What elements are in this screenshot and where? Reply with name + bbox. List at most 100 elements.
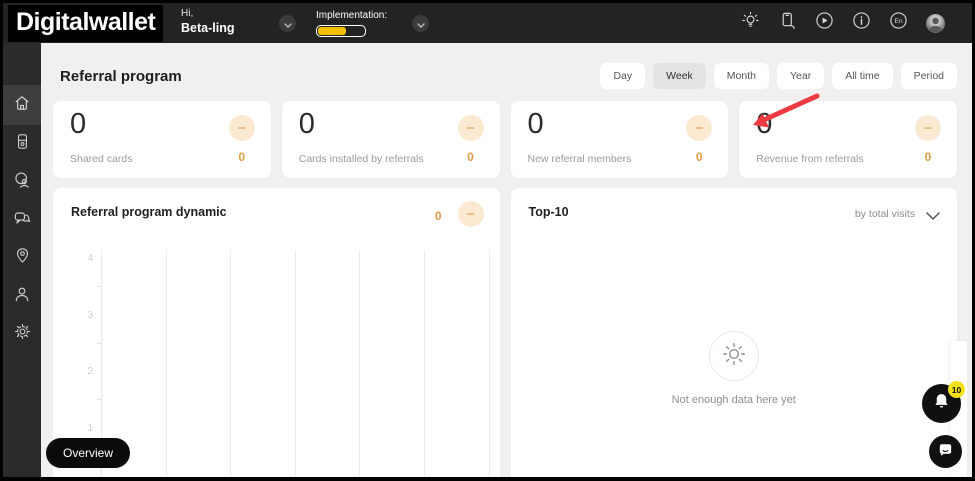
stat-label: New referral members [527,153,632,165]
filter-day[interactable]: Day [600,63,646,89]
phone-hand-icon [778,11,797,35]
stat-value: 0 [70,108,87,140]
stat-label: Revenue from referrals [756,153,864,165]
notifications-button[interactable]: 10 [922,381,965,423]
play-icon [815,11,834,35]
user-greeting[interactable]: Hi, Beta-ling [181,9,234,35]
filter-period[interactable]: Period [900,63,957,89]
minus-icon: − [466,119,475,137]
chart-panel: Referral program dynamic 0 − 4 3 2 1 [53,188,500,477]
filter-alltime[interactable]: All time [832,63,893,89]
sidebar-item-clients[interactable] [3,163,41,201]
implementation-progress-fill [318,27,346,35]
empty-state-message: Not enough data here yet [671,394,796,406]
y-axis-minor-tick [97,342,101,344]
page-title: Referral program [60,68,182,85]
stat-value: 0 [298,108,315,140]
minus-icon: − [466,205,475,223]
mobile-app-button[interactable] [778,11,797,35]
notification-count-badge: 10 [948,381,965,398]
home-icon [12,93,32,118]
sidebar-item-settings[interactable] [3,315,41,353]
sidebar-item-locations[interactable] [3,239,41,277]
filter-month[interactable]: Month [713,63,769,89]
top10-panel: Top-10 by total visits Not enough data h… [510,188,958,477]
chat-icon [937,441,954,463]
minus-icon: − [237,119,247,137]
implementation-widget[interactable]: Implementation: [316,11,387,37]
stat-value: 0 [756,108,773,140]
y-axis-tick: 2 [87,366,93,378]
gridline [359,250,361,477]
client-base-icon [12,170,32,195]
stats-row: 0 Shared cards − 0 0 Cards installed by … [53,101,957,178]
panels-row: Referral program dynamic 0 − 4 3 2 1 Top-10… [53,188,957,477]
chevron-down-icon [416,15,425,33]
sidebar [3,43,41,477]
stat-delta: 0 [238,150,246,164]
implementation-chevron[interactable] [412,15,429,32]
filter-year[interactable]: Year [776,63,825,89]
top10-empty-state: Not enough data here yet [511,331,958,406]
minus-icon: − [923,119,933,137]
main-content: Referral program Day Week Month Year All… [41,43,972,477]
stat-delta: 0 [467,150,474,164]
tips-button[interactable] [741,11,760,35]
chevron-down-icon[interactable] [926,207,940,225]
chart-title: Referral program dynamic [71,205,227,219]
lightbulb-icon [741,11,760,35]
sun-icon [721,341,747,372]
avatar [926,13,945,33]
stat-value: 0 [527,108,544,140]
stat-delta: 0 [924,150,932,164]
gridline [488,250,490,477]
gridline [294,250,296,477]
top10-title: Top-10 [528,205,569,219]
greeting-hi: Hi, [181,8,194,19]
sidebar-item-chats[interactable] [3,201,41,239]
empty-state-circle [708,331,759,381]
y-axis-minor-tick [97,399,101,401]
y-axis-tick: 3 [87,309,93,321]
period-filter: Day Week Month Year All time Period [600,63,957,89]
trend-badge: − [457,115,484,141]
info-button[interactable] [852,12,871,33]
stat-label: Cards installed by referrals [298,153,424,165]
account-button[interactable] [926,13,945,33]
stat-card-shared-cards: 0 Shared cards − 0 [53,101,271,178]
chart-counter: 0 [434,209,442,223]
app-frame: Digitalwallet Hi, Beta-ling Implementati… [3,3,972,477]
filter-week[interactable]: Week [653,63,706,89]
top10-sort-label[interactable]: by total visits [855,208,915,220]
chat-bubbles-icon [12,208,32,233]
sidebar-item-profile[interactable] [3,277,41,315]
topbar: Digitalwallet Hi, Beta-ling Implementati… [3,3,972,43]
tutorial-button[interactable] [815,11,834,35]
minus-icon: − [694,119,704,137]
gear-icon [13,322,32,346]
trend-badge: − [457,201,484,227]
stat-card-cards-installed: 0 Cards installed by referrals − 0 [281,101,500,178]
y-axis-minor-tick [97,286,101,287]
gridline [230,250,232,477]
chat-launcher-button[interactable] [929,435,962,468]
stat-card-new-members: 0 New referral members − 0 [510,101,729,178]
language-button[interactable]: En [889,11,908,35]
stat-delta: 0 [695,150,703,164]
y-axis-tick: 4 [87,253,93,264]
overview-button[interactable]: Overview [46,438,131,468]
stat-label: Shared cards [70,153,133,165]
topbar-actions: En [741,3,945,43]
trend-badge: − [228,115,255,141]
sidebar-item-cards[interactable] [3,125,41,163]
user-icon [12,284,32,309]
stat-card-revenue: 0 Revenue from referrals − 0 [739,101,957,178]
language-icon: En [889,11,908,35]
card-terminal-icon [13,132,32,156]
user-menu-chevron[interactable] [279,15,296,32]
location-pin-icon [13,246,32,270]
language-code: En [894,18,902,25]
sidebar-item-home[interactable] [3,85,41,125]
implementation-label: Implementation: [316,10,388,21]
y-axis-tick: 1 [87,423,93,435]
